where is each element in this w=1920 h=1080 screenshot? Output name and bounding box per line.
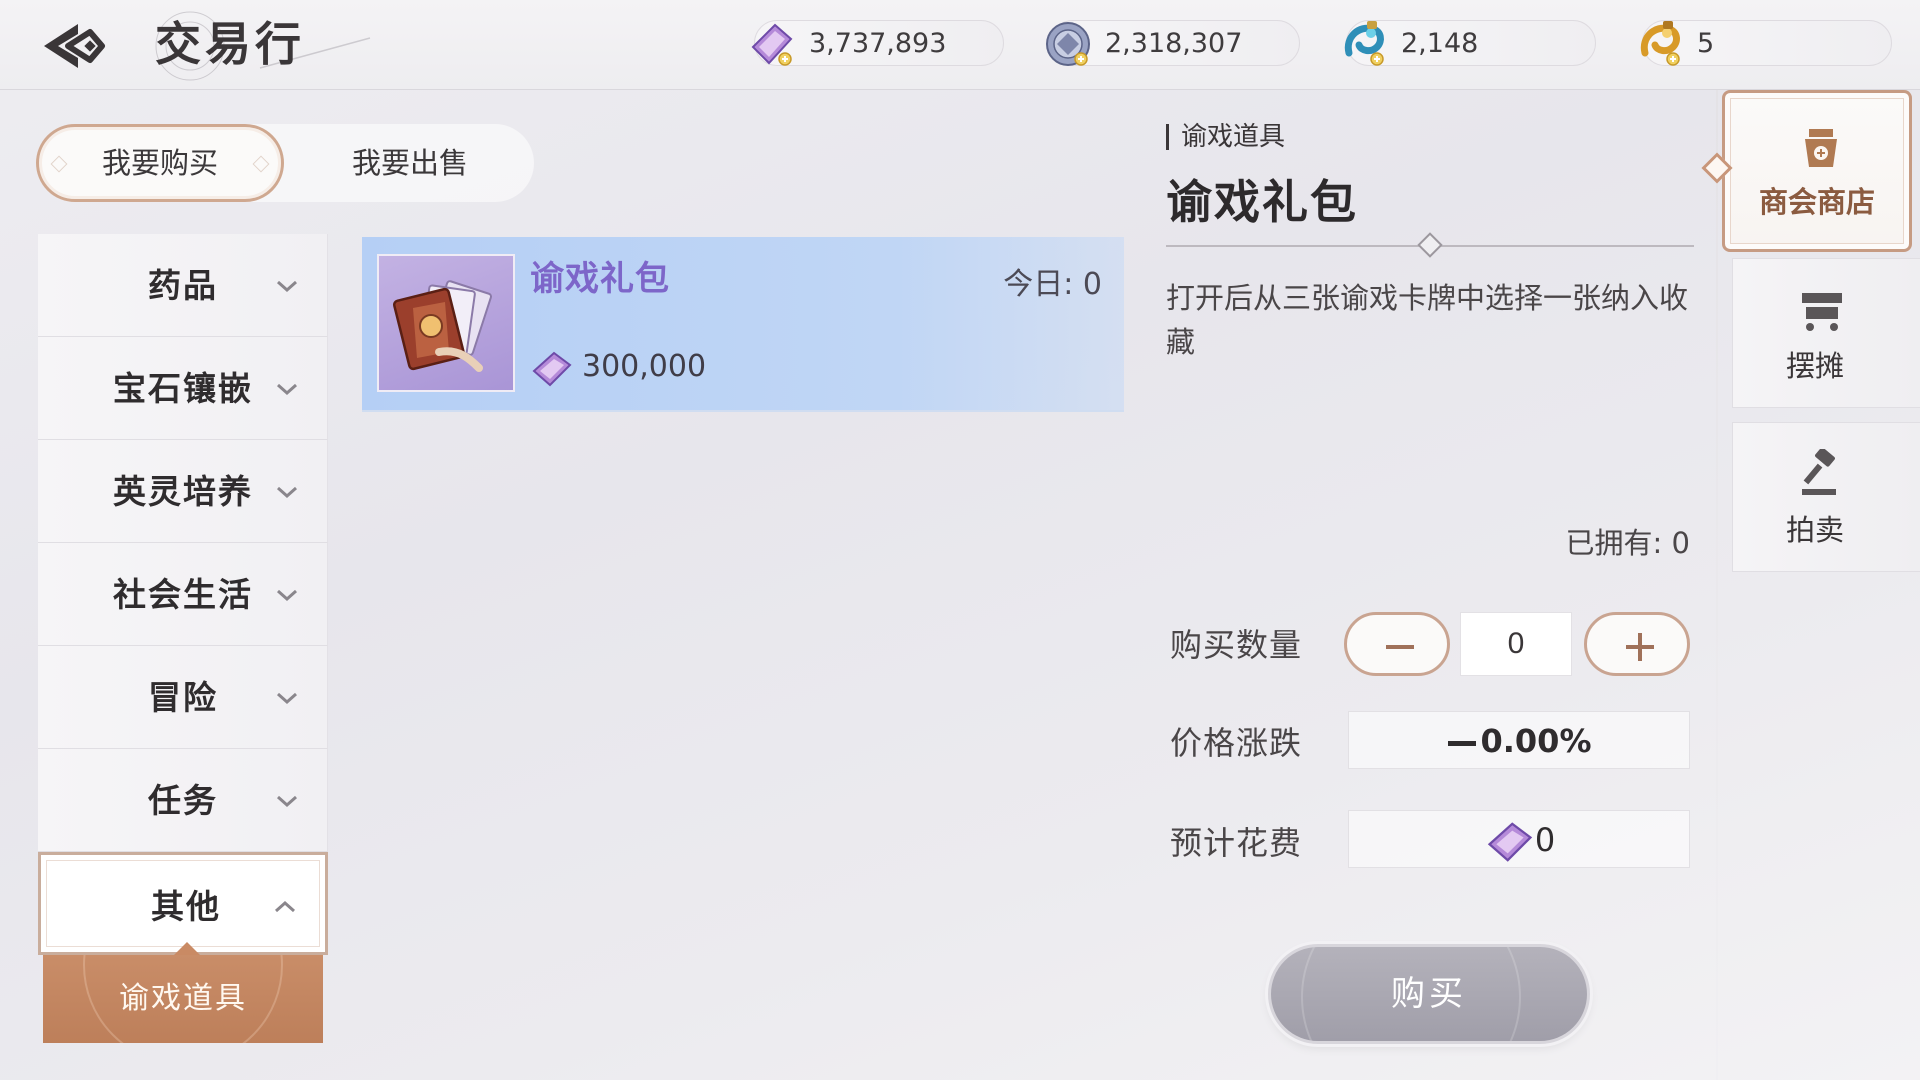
silver-coin-icon bbox=[1046, 22, 1090, 66]
merchant-shop-icon bbox=[1805, 129, 1837, 167]
chevron-down-icon bbox=[277, 795, 297, 808]
detail-title: 谕戏礼包 bbox=[1166, 175, 1358, 229]
category-adventure[interactable]: 冒险 bbox=[38, 646, 328, 749]
chevron-up-icon bbox=[275, 900, 295, 913]
chevron-down-icon bbox=[277, 692, 297, 705]
cost-label: 预计花费 bbox=[1170, 824, 1303, 862]
quantity-increase-button[interactable] bbox=[1584, 612, 1690, 676]
currency-value: 5 bbox=[1697, 28, 1715, 59]
quantity-decrease-button[interactable] bbox=[1344, 612, 1450, 676]
side-tab-merchant-shop[interactable]: 商会商店 bbox=[1701, 90, 1912, 252]
side-tab-auction[interactable]: 拍卖 bbox=[1732, 422, 1920, 572]
buy-button-label: 购买 bbox=[1391, 974, 1467, 1014]
subcategory-game-items[interactable]: 谕戏道具 bbox=[43, 955, 323, 1043]
chevron-down-icon bbox=[277, 280, 297, 293]
quantity-input[interactable]: 0 bbox=[1460, 612, 1572, 676]
item-daily-count: 今日: 0 bbox=[1003, 267, 1102, 302]
item-thumbnail bbox=[377, 254, 515, 392]
owned-count: 已拥有: 0 bbox=[1565, 526, 1690, 560]
expand-pointer bbox=[174, 942, 200, 955]
purple-crystal-icon bbox=[751, 23, 793, 66]
back-button[interactable] bbox=[38, 18, 108, 74]
minus-icon bbox=[1386, 645, 1414, 649]
tab-buy[interactable]: 我要购买 bbox=[36, 124, 284, 202]
currency-blue-token[interactable]: 2,148 bbox=[1344, 20, 1596, 66]
flat-trend-icon bbox=[1448, 741, 1477, 746]
purple-crystal-icon bbox=[532, 351, 572, 387]
buy-button[interactable]: 购买 bbox=[1268, 944, 1590, 1044]
currency-gold-token[interactable]: 5 bbox=[1640, 20, 1892, 66]
tab-buy-label: 我要购买 bbox=[101, 146, 218, 180]
currency-coin[interactable]: 2,318,307 bbox=[1046, 20, 1300, 66]
quantity-label: 购买数量 bbox=[1170, 626, 1303, 664]
cost-value: 0 bbox=[1349, 811, 1691, 869]
price-change-text: 0.00% bbox=[1480, 722, 1592, 760]
category-gem-inlay[interactable]: 宝石镶嵌 bbox=[38, 337, 328, 440]
ring-ornament bbox=[83, 955, 283, 1043]
side-tab-label: 拍卖 bbox=[1785, 513, 1844, 547]
auction-gavel-icon bbox=[1802, 449, 1836, 495]
category-list: 药品 宝石镶嵌 英灵培养 社会生活 冒险 任务 其他 谕戏道具 bbox=[38, 234, 328, 1043]
purple-crystal-icon bbox=[1487, 822, 1532, 862]
side-divider bbox=[1716, 90, 1718, 1080]
tab-sell-label: 我要出售 bbox=[351, 146, 468, 180]
price-change-box: 0.00% bbox=[1348, 711, 1690, 769]
tab-ornament bbox=[252, 155, 270, 173]
page-title: 交易行 bbox=[155, 17, 305, 71]
item-price: 300,000 bbox=[582, 349, 707, 384]
category-medicine[interactable]: 药品 bbox=[38, 234, 328, 337]
currency-value: 2,318,307 bbox=[1105, 28, 1243, 59]
card-pack-icon bbox=[392, 280, 492, 372]
side-tab-label: 摆摊 bbox=[1785, 349, 1844, 383]
blue-dragon-icon bbox=[1344, 21, 1384, 66]
detail-divider bbox=[1166, 232, 1694, 258]
currency-value: 3,737,893 bbox=[809, 28, 947, 59]
chevron-down-icon bbox=[277, 383, 297, 396]
tab-sell[interactable]: 我要出售 bbox=[286, 124, 534, 202]
chevron-down-icon bbox=[277, 589, 297, 602]
category-hero-training[interactable]: 英灵培养 bbox=[38, 440, 328, 543]
currency-crystal[interactable]: 3,737,893 bbox=[751, 20, 1004, 66]
tab-ornament bbox=[50, 155, 68, 173]
cost-box: 0 bbox=[1348, 810, 1690, 868]
item-row[interactable]: 谕戏礼包 今日: 0 300,000 bbox=[362, 237, 1124, 412]
chevron-down-icon bbox=[277, 486, 297, 499]
stall-cart-icon bbox=[1802, 293, 1842, 331]
price-change-label: 价格涨跌 bbox=[1170, 724, 1303, 762]
category-social-life[interactable]: 社会生活 bbox=[38, 543, 328, 646]
side-tab-label: 商会商店 bbox=[1758, 185, 1875, 219]
detail-category: 谕戏道具 bbox=[1166, 124, 1285, 150]
currency-value: 2,148 bbox=[1401, 28, 1479, 59]
cost-text: 0 bbox=[1534, 821, 1556, 859]
gold-dragon-icon bbox=[1640, 21, 1680, 66]
item-name: 谕戏礼包 bbox=[530, 259, 670, 299]
side-tab-stall[interactable]: 摆摊 bbox=[1732, 258, 1920, 408]
plus-icon bbox=[1626, 633, 1654, 661]
divider-diamond bbox=[1417, 232, 1443, 258]
price-change-value: 0.00% bbox=[1349, 712, 1691, 770]
mode-tab-group: 我要购买 我要出售 bbox=[36, 124, 534, 202]
category-other[interactable]: 其他 bbox=[38, 852, 328, 955]
top-bar: 交易行 3,737,893 2,318,307 2,148 5 bbox=[0, 0, 1920, 90]
back-arrow-icon bbox=[44, 24, 105, 68]
category-quest[interactable]: 任务 bbox=[38, 749, 328, 852]
detail-description: 打开后从三张谕戏卡牌中选择一张纳入收藏 bbox=[1166, 281, 1689, 359]
